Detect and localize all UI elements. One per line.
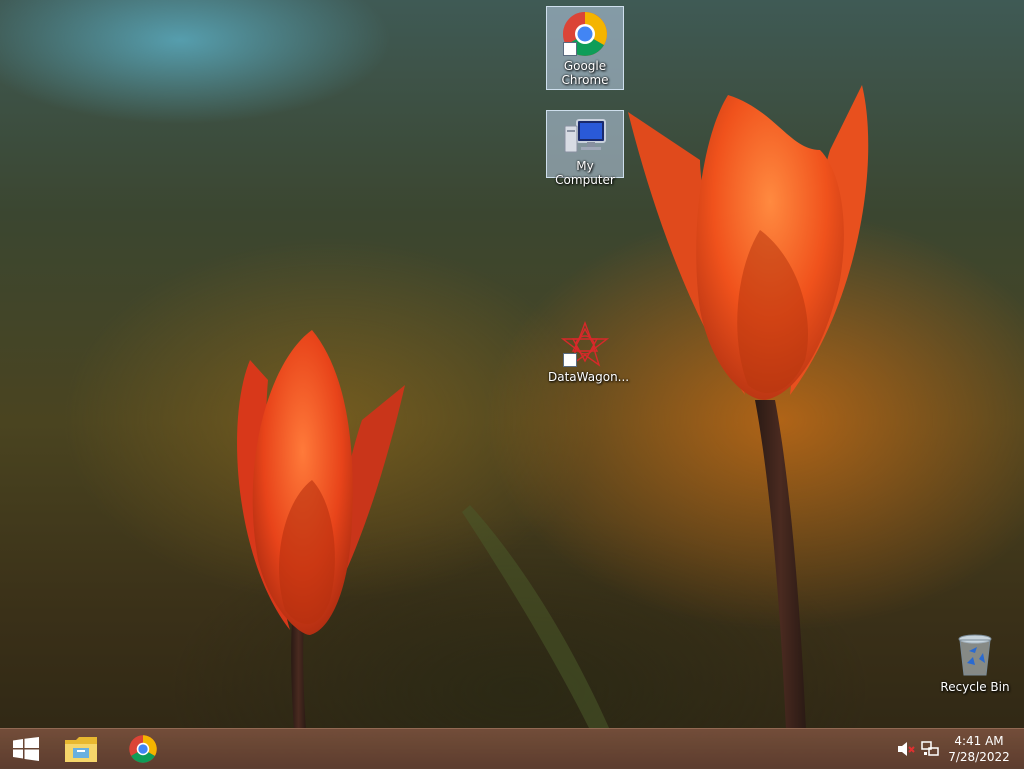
wallpaper	[237, 85, 869, 730]
desktop-icon-recycle-bin[interactable]: Recycle Bin	[936, 628, 1014, 700]
left-tulip-stem	[291, 620, 306, 730]
file-explorer-icon	[65, 737, 97, 762]
desktop-icon-datawagon[interactable]: DataWagon...	[546, 318, 630, 390]
chrome-icon	[561, 10, 609, 58]
taskbar: 4:41 AM 7/28/2022	[0, 728, 1024, 769]
desktop-icon-label: Recycle Bin	[940, 680, 1010, 694]
desktop-icon-my-computer[interactable]: My Computer	[546, 110, 624, 187]
taskbar-clock[interactable]: 4:41 AM 7/28/2022	[944, 733, 1014, 765]
desktop-icon-label: Google Chrome	[561, 59, 609, 87]
tray-volume-button[interactable]	[894, 729, 918, 769]
shortcut-arrow-icon	[563, 42, 577, 56]
taskbar-file-explorer-button[interactable]	[55, 729, 107, 769]
taskbar-chrome-button[interactable]	[117, 729, 169, 769]
chrome-icon	[129, 735, 157, 763]
network-icon	[921, 741, 939, 756]
computer-icon	[561, 114, 609, 158]
left-tulip	[237, 330, 405, 635]
datawagon-icon	[560, 321, 610, 369]
clock-date: 7/28/2022	[948, 750, 1010, 764]
right-tulip-stem	[755, 400, 806, 730]
volume-muted-icon	[898, 742, 915, 756]
desktop-icon-label: DataWagon...	[548, 370, 630, 384]
leaf	[462, 505, 610, 730]
desktop-icon-google-chrome[interactable]: Google Chrome	[546, 6, 624, 90]
right-tulip	[628, 85, 869, 400]
windows-logo-icon	[13, 737, 39, 761]
recycle-bin-icon	[951, 631, 999, 679]
clock-time: 4:41 AM	[954, 734, 1004, 748]
start-button[interactable]	[0, 729, 52, 769]
tray-network-button[interactable]	[918, 729, 942, 769]
shortcut-arrow-icon	[563, 353, 577, 367]
desktop-icon-label: My Computer	[555, 159, 615, 187]
